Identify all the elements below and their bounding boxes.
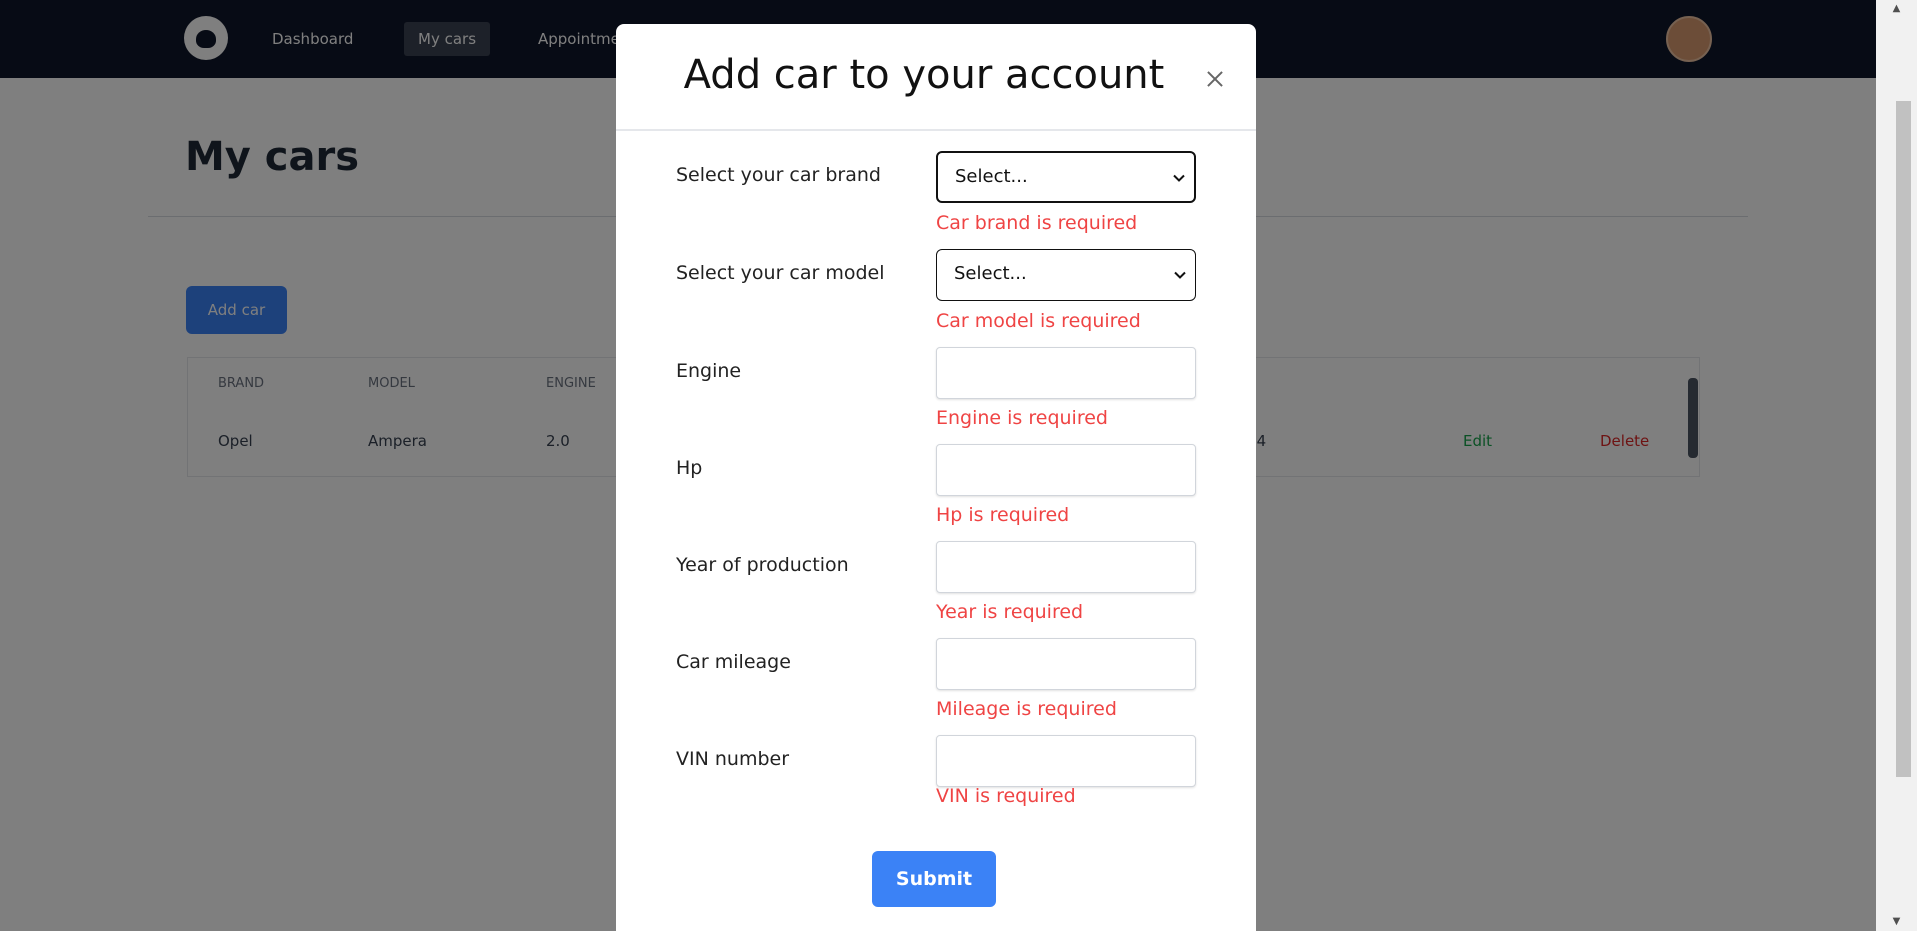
vin-error: VIN is required — [936, 785, 1076, 807]
add-car-modal: Add car to your account Select your car … — [616, 24, 1256, 931]
hp-input[interactable] — [936, 444, 1196, 496]
close-icon[interactable] — [1200, 64, 1230, 94]
modal-header: Add car to your account — [616, 24, 1256, 131]
year-of-production-input[interactable] — [936, 541, 1196, 593]
submit-button[interactable]: Submit — [872, 851, 996, 907]
scroll-up-icon[interactable]: ▲ — [1876, 0, 1917, 18]
engine-error: Engine is required — [936, 407, 1108, 429]
chevron-down-icon — [1174, 271, 1186, 279]
mileage-error: Mileage is required — [936, 698, 1117, 720]
car-brand-label: Select your car brand — [676, 164, 881, 186]
scroll-down-icon[interactable]: ▼ — [1876, 913, 1917, 931]
page-scrollbar[interactable]: ▲ ▼ — [1876, 0, 1917, 931]
car-mileage-input[interactable] — [936, 638, 1196, 690]
chevron-down-icon — [1173, 174, 1185, 182]
car-model-select-value: Select... — [954, 263, 1027, 284]
scroll-thumb[interactable] — [1896, 101, 1911, 777]
year-error: Year is required — [936, 601, 1084, 623]
vin-number-label: VIN number — [676, 748, 790, 770]
engine-input[interactable] — [936, 347, 1196, 399]
hp-label: Hp — [676, 457, 703, 479]
car-brand-error: Car brand is required — [936, 212, 1138, 234]
car-brand-select[interactable]: Select... — [936, 151, 1196, 203]
engine-label: Engine — [676, 360, 742, 382]
car-mileage-label: Car mileage — [676, 651, 791, 673]
modal-title: Add car to your account — [683, 52, 1165, 98]
car-brand-select-value: Select... — [955, 166, 1028, 187]
hp-error: Hp is required — [936, 504, 1070, 526]
car-model-error: Car model is required — [936, 310, 1141, 332]
car-model-label: Select your car model — [676, 262, 885, 284]
year-of-production-label: Year of production — [676, 554, 849, 576]
car-model-select[interactable]: Select... — [936, 249, 1196, 301]
vin-number-input[interactable] — [936, 735, 1196, 787]
